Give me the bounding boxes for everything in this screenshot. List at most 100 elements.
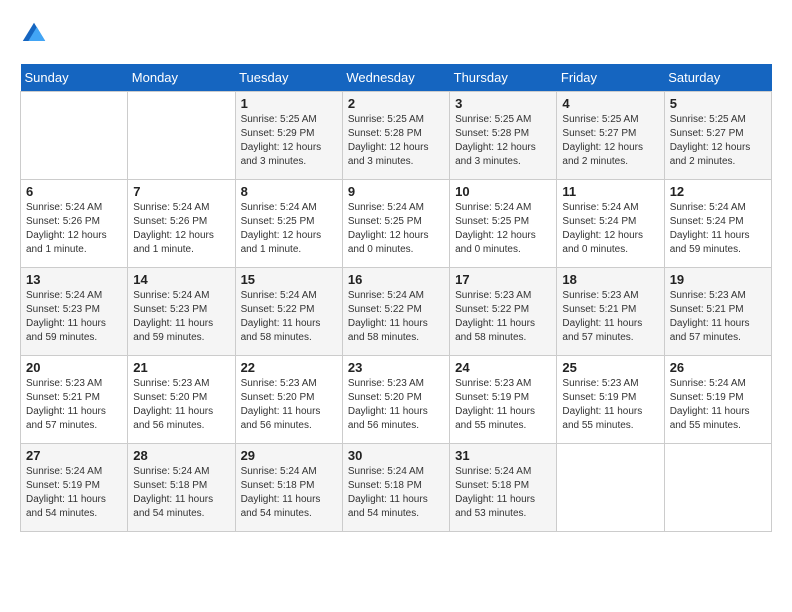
- weekday-header-monday: Monday: [128, 64, 235, 92]
- calendar-cell: 11 Sunrise: 5:24 AM Sunset: 5:24 PM Dayli…: [557, 180, 664, 268]
- day-number: 25: [562, 360, 658, 375]
- day-number: 16: [348, 272, 444, 287]
- day-number: 14: [133, 272, 229, 287]
- calendar-body: 1Sunrise: 5:25 AM Sunset: 5:29 PM Daylig…: [21, 92, 772, 532]
- weekday-header-thursday: Thursday: [450, 64, 557, 92]
- calendar-week-4: 20 Sunrise: 5:23 AM Sunset: 5:21 PM Dayli…: [21, 356, 772, 444]
- calendar-cell: 27 Sunrise: 5:24 AM Sunset: 5:19 PM Dayli…: [21, 444, 128, 532]
- calendar-cell: 26 Sunrise: 5:24 AM Sunset: 5:19 PM Dayli…: [664, 356, 771, 444]
- calendar-cell: [557, 444, 664, 532]
- calendar-cell: 21 Sunrise: 5:23 AM Sunset: 5:20 PM Dayli…: [128, 356, 235, 444]
- day-number: 26: [670, 360, 766, 375]
- day-number: 21: [133, 360, 229, 375]
- calendar-cell: 25 Sunrise: 5:23 AM Sunset: 5:19 PM Dayli…: [557, 356, 664, 444]
- calendar-cell: [664, 444, 771, 532]
- calendar-cell: 14 Sunrise: 5:24 AM Sunset: 5:23 PM Dayli…: [128, 268, 235, 356]
- calendar-cell: 13 Sunrise: 5:24 AM Sunset: 5:23 PM Dayli…: [21, 268, 128, 356]
- day-info: Sunrise: 5:24 AM Sunset: 5:18 PM Dayligh…: [455, 465, 551, 521]
- calendar-cell: 30Sunrise: 5:24 AM Sunset: 5:18 PM Dayli…: [342, 444, 449, 532]
- day-info: Sunrise: 5:24 AM Sunset: 5:18 PM Dayligh…: [241, 465, 337, 521]
- day-info: Sunrise: 5:23 AM Sunset: 5:21 PM Dayligh…: [562, 289, 658, 345]
- day-number: 3: [455, 96, 551, 111]
- day-number: 18: [562, 272, 658, 287]
- day-info: Sunrise: 5:24 AM Sunset: 5:24 PM Dayligh…: [670, 201, 766, 257]
- day-number: 27: [26, 448, 122, 463]
- day-number: 22: [241, 360, 337, 375]
- weekday-header-tuesday: Tuesday: [235, 64, 342, 92]
- day-info: Sunrise: 5:23 AM Sunset: 5:20 PM Dayligh…: [241, 377, 337, 433]
- weekday-header-saturday: Saturday: [664, 64, 771, 92]
- day-info: Sunrise: 5:23 AM Sunset: 5:19 PM Dayligh…: [562, 377, 658, 433]
- day-info: Sunrise: 5:25 AM Sunset: 5:27 PM Dayligh…: [562, 113, 658, 169]
- day-number: 31: [455, 448, 551, 463]
- day-info: Sunrise: 5:24 AM Sunset: 5:18 PM Dayligh…: [133, 465, 229, 521]
- logo-icon: [20, 20, 48, 48]
- calendar-cell: 2 Sunrise: 5:25 AM Sunset: 5:28 PM Daylig…: [342, 92, 449, 180]
- day-number: 24: [455, 360, 551, 375]
- day-number: 10: [455, 184, 551, 199]
- weekday-header-row: SundayMondayTuesdayWednesdayThursdayFrid…: [21, 64, 772, 92]
- day-info: Sunrise: 5:23 AM Sunset: 5:22 PM Dayligh…: [455, 289, 551, 345]
- day-number: 11: [562, 184, 658, 199]
- day-number: 17: [455, 272, 551, 287]
- day-info: Sunrise: 5:23 AM Sunset: 5:21 PM Dayligh…: [670, 289, 766, 345]
- calendar-cell: 18 Sunrise: 5:23 AM Sunset: 5:21 PM Dayli…: [557, 268, 664, 356]
- day-info: Sunrise: 5:24 AM Sunset: 5:22 PM Dayligh…: [241, 289, 337, 345]
- day-info: Sunrise: 5:24 AM Sunset: 5:25 PM Dayligh…: [455, 201, 551, 257]
- day-number: 4: [562, 96, 658, 111]
- calendar-week-3: 13 Sunrise: 5:24 AM Sunset: 5:23 PM Dayli…: [21, 268, 772, 356]
- day-number: 2: [348, 96, 444, 111]
- day-number: 29: [241, 448, 337, 463]
- day-number: 12: [670, 184, 766, 199]
- day-info: Sunrise: 5:24 AM Sunset: 5:25 PM Dayligh…: [241, 201, 337, 257]
- calendar-cell: 8Sunrise: 5:24 AM Sunset: 5:25 PM Daylig…: [235, 180, 342, 268]
- day-info: Sunrise: 5:25 AM Sunset: 5:28 PM Dayligh…: [348, 113, 444, 169]
- calendar-week-1: 1Sunrise: 5:25 AM Sunset: 5:29 PM Daylig…: [21, 92, 772, 180]
- day-info: Sunrise: 5:24 AM Sunset: 5:23 PM Dayligh…: [133, 289, 229, 345]
- calendar-cell: 28 Sunrise: 5:24 AM Sunset: 5:18 PM Dayli…: [128, 444, 235, 532]
- day-info: Sunrise: 5:23 AM Sunset: 5:20 PM Dayligh…: [348, 377, 444, 433]
- day-number: 9: [348, 184, 444, 199]
- calendar-week-2: 6 Sunrise: 5:24 AM Sunset: 5:26 PM Daylig…: [21, 180, 772, 268]
- calendar-cell: 3 Sunrise: 5:25 AM Sunset: 5:28 PM Daylig…: [450, 92, 557, 180]
- day-number: 13: [26, 272, 122, 287]
- calendar-cell: 12 Sunrise: 5:24 AM Sunset: 5:24 PM Dayli…: [664, 180, 771, 268]
- calendar-cell: 22 Sunrise: 5:23 AM Sunset: 5:20 PM Dayli…: [235, 356, 342, 444]
- day-info: Sunrise: 5:25 AM Sunset: 5:27 PM Dayligh…: [670, 113, 766, 169]
- day-info: Sunrise: 5:24 AM Sunset: 5:19 PM Dayligh…: [670, 377, 766, 433]
- calendar-cell: 31 Sunrise: 5:24 AM Sunset: 5:18 PM Dayli…: [450, 444, 557, 532]
- weekday-header-wednesday: Wednesday: [342, 64, 449, 92]
- calendar-cell: 24 Sunrise: 5:23 AM Sunset: 5:19 PM Dayli…: [450, 356, 557, 444]
- day-info: Sunrise: 5:24 AM Sunset: 5:18 PM Dayligh…: [348, 465, 444, 521]
- calendar-cell: 16 Sunrise: 5:24 AM Sunset: 5:22 PM Dayli…: [342, 268, 449, 356]
- day-info: Sunrise: 5:24 AM Sunset: 5:23 PM Dayligh…: [26, 289, 122, 345]
- weekday-header-sunday: Sunday: [21, 64, 128, 92]
- day-number: 7: [133, 184, 229, 199]
- day-info: Sunrise: 5:24 AM Sunset: 5:24 PM Dayligh…: [562, 201, 658, 257]
- day-info: Sunrise: 5:23 AM Sunset: 5:20 PM Dayligh…: [133, 377, 229, 433]
- day-number: 6: [26, 184, 122, 199]
- calendar-cell: 19 Sunrise: 5:23 AM Sunset: 5:21 PM Dayli…: [664, 268, 771, 356]
- day-number: 28: [133, 448, 229, 463]
- day-info: Sunrise: 5:23 AM Sunset: 5:21 PM Dayligh…: [26, 377, 122, 433]
- day-info: Sunrise: 5:24 AM Sunset: 5:25 PM Dayligh…: [348, 201, 444, 257]
- day-info: Sunrise: 5:24 AM Sunset: 5:22 PM Dayligh…: [348, 289, 444, 345]
- weekday-header-friday: Friday: [557, 64, 664, 92]
- calendar-table: SundayMondayTuesdayWednesdayThursdayFrid…: [20, 64, 772, 532]
- calendar-cell: 1Sunrise: 5:25 AM Sunset: 5:29 PM Daylig…: [235, 92, 342, 180]
- calendar-cell: 7 Sunrise: 5:24 AM Sunset: 5:26 PM Daylig…: [128, 180, 235, 268]
- calendar-cell: [21, 92, 128, 180]
- day-info: Sunrise: 5:24 AM Sunset: 5:26 PM Dayligh…: [133, 201, 229, 257]
- calendar-cell: 5 Sunrise: 5:25 AM Sunset: 5:27 PM Daylig…: [664, 92, 771, 180]
- calendar-cell: 6Sunrise: 5:24 AM Sunset: 5:26 PM Daylig…: [21, 180, 128, 268]
- day-info: Sunrise: 5:23 AM Sunset: 5:19 PM Dayligh…: [455, 377, 551, 433]
- day-info: Sunrise: 5:24 AM Sunset: 5:19 PM Dayligh…: [26, 465, 122, 521]
- day-number: 5: [670, 96, 766, 111]
- calendar-week-5: 27 Sunrise: 5:24 AM Sunset: 5:19 PM Dayli…: [21, 444, 772, 532]
- page-header: [20, 20, 772, 48]
- calendar-cell: 29 Sunrise: 5:24 AM Sunset: 5:18 PM Dayli…: [235, 444, 342, 532]
- day-info: Sunrise: 5:25 AM Sunset: 5:28 PM Dayligh…: [455, 113, 551, 169]
- day-number: 20: [26, 360, 122, 375]
- calendar-cell: 20 Sunrise: 5:23 AM Sunset: 5:21 PM Dayli…: [21, 356, 128, 444]
- day-number: 19: [670, 272, 766, 287]
